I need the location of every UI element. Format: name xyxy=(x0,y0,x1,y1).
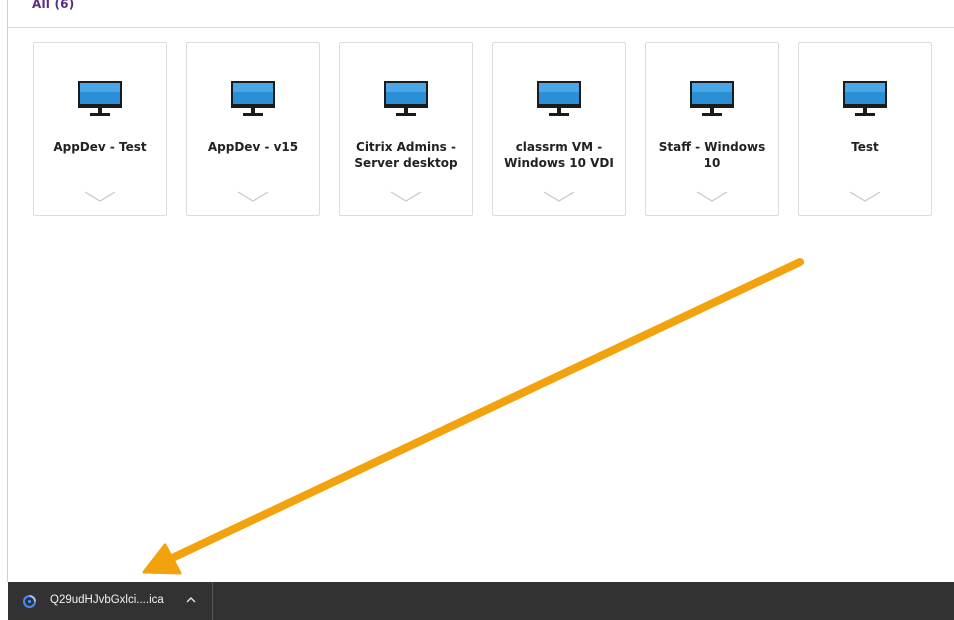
desktop-name: Test xyxy=(851,140,879,154)
desktop-name: AppDev - v15 xyxy=(207,140,299,154)
download-item[interactable]: Q29udHJvbGxlci....ica xyxy=(8,582,213,620)
window-edge xyxy=(7,0,8,582)
monitor-icon xyxy=(690,81,734,116)
monitor-icon xyxy=(231,81,275,116)
chevron-down-icon[interactable] xyxy=(237,191,269,203)
desktop-name: AppDev - Test xyxy=(53,140,147,154)
desktop-tile[interactable]: classrm VM - Windows 10 VDI xyxy=(492,42,626,216)
desktop-tile[interactable]: Test xyxy=(798,42,932,216)
chevron-down-icon[interactable] xyxy=(696,191,728,203)
chevron-down-icon[interactable] xyxy=(390,191,422,203)
monitor-icon xyxy=(537,81,581,116)
progress-spinner-icon xyxy=(23,595,36,608)
chevron-down-icon[interactable] xyxy=(543,191,575,203)
chevron-down-icon[interactable] xyxy=(849,191,881,203)
monitor-icon xyxy=(843,81,887,116)
chevron-up-icon[interactable] xyxy=(186,596,196,604)
desktop-tile[interactable]: Staff - Windows 10 xyxy=(645,42,779,216)
monitor-icon xyxy=(78,81,122,116)
desktop-tile[interactable]: AppDev - Test xyxy=(33,42,167,216)
desktop-name: Staff - Windows 10 xyxy=(658,140,766,170)
storefront-page: All (6) AppDev - Test AppDev - v15 Citri… xyxy=(0,0,954,620)
desktop-tile[interactable]: Citrix Admins - Server desktop xyxy=(339,42,473,216)
download-bar: Q29udHJvbGxlci....ica xyxy=(8,582,954,620)
desktop-tile[interactable]: AppDev - v15 xyxy=(186,42,320,216)
download-file-name: Q29udHJvbGxlci....ica xyxy=(50,594,164,606)
desktop-name: classrm VM - Windows 10 VDI xyxy=(504,140,614,170)
desktop-name: Citrix Admins - Server desktop xyxy=(354,140,458,170)
chevron-down-icon[interactable] xyxy=(84,191,116,203)
monitor-icon xyxy=(384,81,428,116)
category-tab-all[interactable]: All (6) xyxy=(32,0,74,11)
category-header: All (6) xyxy=(8,0,954,28)
desktop-tiles: AppDev - Test AppDev - v15 Citrix Admins… xyxy=(33,42,933,216)
